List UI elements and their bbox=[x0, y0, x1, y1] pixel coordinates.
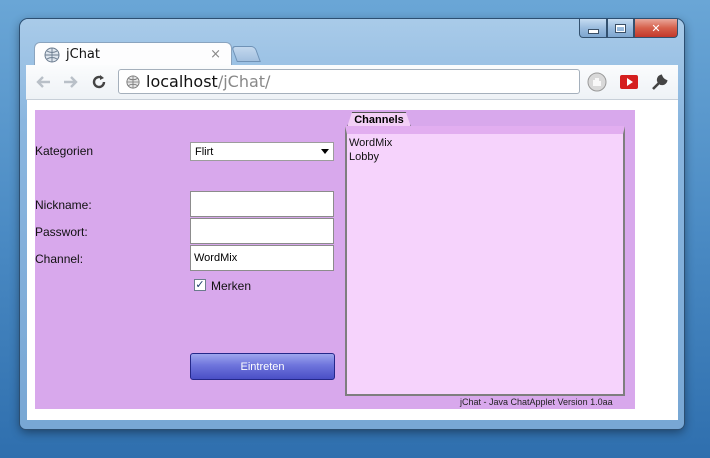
minimize-button[interactable] bbox=[579, 19, 607, 38]
close-window-button[interactable]: ✕ bbox=[634, 19, 678, 38]
passwort-label: Passwort: bbox=[35, 225, 88, 239]
forward-button[interactable] bbox=[60, 72, 80, 92]
maximize-icon bbox=[615, 23, 626, 33]
wrench-icon[interactable] bbox=[650, 72, 670, 92]
page-globe-icon bbox=[126, 74, 140, 89]
merken-label: Merken bbox=[211, 279, 252, 293]
url-host: localhost bbox=[146, 72, 218, 91]
maximize-button[interactable] bbox=[607, 19, 634, 38]
close-icon: ✕ bbox=[651, 21, 661, 35]
browser-toolbar: localhost/jChat/ bbox=[26, 65, 678, 100]
channel-label: Channel: bbox=[35, 252, 84, 266]
minimize-icon bbox=[587, 28, 599, 34]
youtube-icon[interactable] bbox=[619, 72, 639, 92]
nickname-input[interactable] bbox=[190, 191, 334, 217]
back-button[interactable] bbox=[34, 72, 54, 92]
applet-version-text: jChat - Java ChatApplet Version 1.0aa bbox=[460, 397, 613, 407]
window-controls: ✕ bbox=[579, 19, 678, 39]
channels-list: WordMix Lobby bbox=[345, 126, 625, 396]
eintreten-button[interactable]: Eintreten bbox=[190, 353, 335, 380]
channel-item-wordmix[interactable]: WordMix bbox=[349, 136, 392, 150]
address-bar[interactable]: localhost/jChat/ bbox=[118, 69, 580, 94]
kategorien-select[interactable]: Flirt bbox=[190, 142, 334, 161]
url-path: /jChat/ bbox=[217, 72, 271, 91]
tab-close-icon[interactable]: × bbox=[210, 47, 221, 62]
channel-input[interactable]: WordMix bbox=[190, 245, 334, 271]
reload-button[interactable] bbox=[89, 72, 109, 92]
forward-icon bbox=[64, 76, 78, 88]
channel-item-lobby[interactable]: Lobby bbox=[349, 150, 392, 164]
nickname-label: Nickname: bbox=[35, 198, 92, 212]
stop-icon[interactable] bbox=[587, 72, 607, 92]
merken-checkbox[interactable]: ✓ bbox=[194, 279, 206, 291]
chevron-down-icon bbox=[321, 149, 329, 154]
tab-title: jChat bbox=[66, 47, 100, 62]
kategorien-label: Kategorien bbox=[35, 144, 94, 158]
back-icon bbox=[36, 76, 50, 88]
channels-tab[interactable]: Channels bbox=[347, 112, 411, 127]
reload-icon bbox=[92, 75, 106, 89]
browser-tab[interactable]: jChat × bbox=[34, 42, 232, 66]
password-input[interactable] bbox=[190, 218, 334, 244]
kategorien-value: Flirt bbox=[195, 145, 214, 158]
globe-icon bbox=[44, 47, 60, 62]
